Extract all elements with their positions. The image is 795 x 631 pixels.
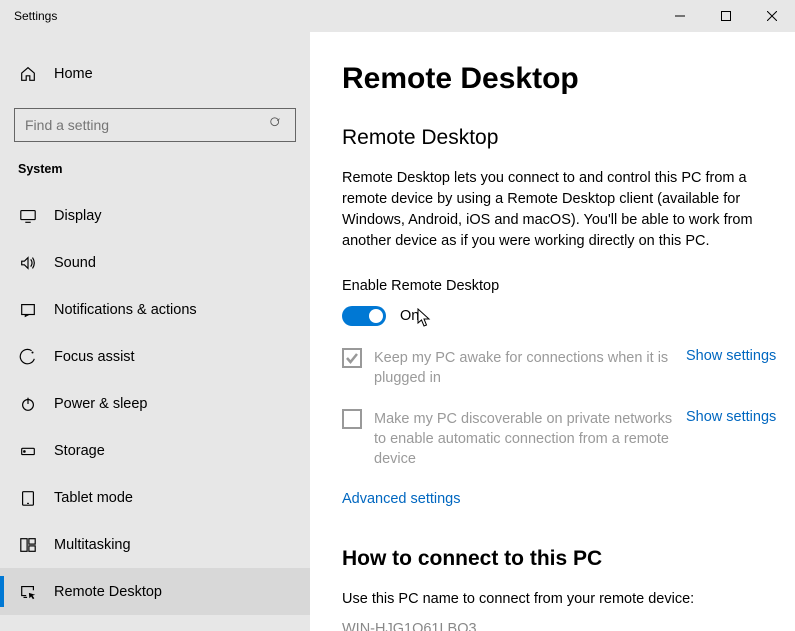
search-input-box[interactable] <box>14 108 296 142</box>
nav-focus-assist[interactable]: Focus assist <box>0 333 310 380</box>
home-label: Home <box>54 66 93 82</box>
nav-storage[interactable]: Storage <box>0 427 310 474</box>
titlebar: Settings <box>0 0 795 32</box>
remote-desktop-icon <box>18 583 38 601</box>
discoverable-label: Make my PC discoverable on private netwo… <box>374 409 674 470</box>
nav-remote-desktop[interactable]: Remote Desktop <box>0 568 310 615</box>
keep-awake-label: Keep my PC awake for connections when it… <box>374 348 674 389</box>
nav-notifications[interactable]: Notifications & actions <box>0 286 310 333</box>
storage-icon <box>18 442 38 460</box>
maximize-button[interactable] <box>703 0 749 32</box>
nav-label: Focus assist <box>54 349 135 365</box>
home-nav[interactable]: Home <box>0 54 310 94</box>
nav-label: Remote Desktop <box>54 584 162 600</box>
search-icon <box>269 116 285 135</box>
window-title: Settings <box>14 9 657 23</box>
content-pane: Remote Desktop Remote Desktop Remote Des… <box>310 32 795 631</box>
nav-sound[interactable]: Sound <box>0 239 310 286</box>
nav-label: Storage <box>54 443 105 459</box>
minimize-button[interactable] <box>657 0 703 32</box>
how-to-connect-title: How to connect to this PC <box>342 547 777 571</box>
nav-label: Power & sleep <box>54 396 148 412</box>
close-button[interactable] <box>749 0 795 32</box>
enable-remote-desktop-toggle[interactable] <box>342 306 386 326</box>
category-label: System <box>0 162 310 192</box>
show-settings-link-2[interactable]: Show settings <box>686 409 776 425</box>
section-description: Remote Desktop lets you connect to and c… <box>342 168 762 252</box>
notifications-icon <box>18 301 38 319</box>
toggle-label: Enable Remote Desktop <box>342 278 777 294</box>
nav-tablet-mode[interactable]: Tablet mode <box>0 474 310 521</box>
page-title: Remote Desktop <box>342 62 777 96</box>
show-settings-link-1[interactable]: Show settings <box>686 348 776 364</box>
nav-label: Multitasking <box>54 537 131 553</box>
search-input[interactable] <box>25 117 269 133</box>
tablet-icon <box>18 489 38 507</box>
power-icon <box>18 395 38 413</box>
sidebar: Home System Display Sound <box>0 32 310 631</box>
nav-display[interactable]: Display <box>0 192 310 239</box>
display-icon <box>18 207 38 225</box>
home-icon <box>18 65 38 83</box>
pc-name-value: WIN-HJG1O61LBO3 <box>342 621 777 631</box>
nav-label: Tablet mode <box>54 490 133 506</box>
nav-label: Notifications & actions <box>54 302 197 318</box>
section-title: Remote Desktop <box>342 126 777 150</box>
multitasking-icon <box>18 536 38 554</box>
how-to-connect-desc: Use this PC name to connect from your re… <box>342 591 777 607</box>
nav-label: Sound <box>54 255 96 271</box>
nav-multitasking[interactable]: Multitasking <box>0 521 310 568</box>
nav-power-sleep[interactable]: Power & sleep <box>0 380 310 427</box>
discoverable-checkbox[interactable] <box>342 409 362 429</box>
focus-assist-icon <box>18 348 38 366</box>
toggle-state: On <box>400 308 419 324</box>
advanced-settings-link[interactable]: Advanced settings <box>342 491 461 507</box>
nav-label: Display <box>54 208 102 224</box>
sound-icon <box>18 254 38 272</box>
keep-awake-checkbox[interactable] <box>342 348 362 368</box>
